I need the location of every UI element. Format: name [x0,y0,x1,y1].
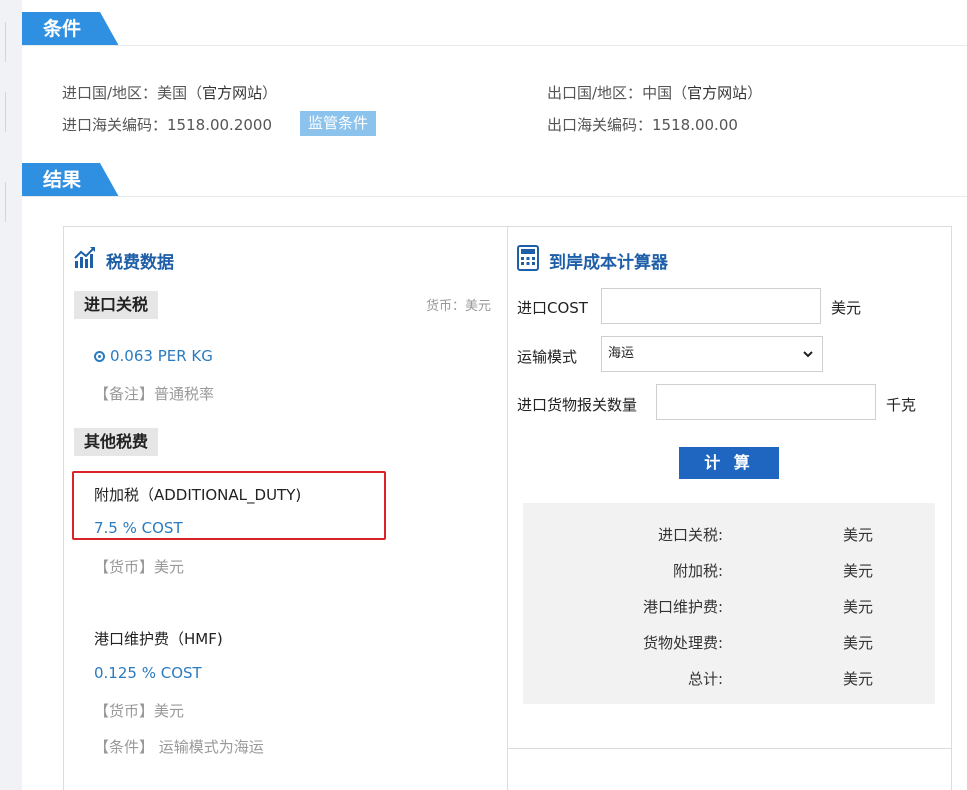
import-cost-label: 进口COST [517,299,588,317]
sidebar-tab-marker[interactable] [0,92,6,132]
section-divider [22,45,967,46]
radio-selected-icon[interactable] [94,351,105,362]
section-divider [22,196,967,197]
import-hs-value: 1518.00.2000 [167,116,272,134]
summary-label: 附加税: [672,562,723,580]
additional-duty-name: 附加税（ADDITIONAL_DUTY) [94,486,302,504]
transport-mode-select[interactable]: 海运 [601,336,823,372]
export-hs-code: 出口海关编码：1518.00.00 [547,114,738,135]
summary-label: 港口维护费: [642,598,723,616]
quantity-input[interactable] [656,384,876,420]
export-hs-value: 1518.00.00 [652,116,738,134]
tax-panel-title: 税费数据 [106,253,174,273]
import-official-site-link[interactable]: 官方网站 [202,84,262,102]
panel-divider [507,226,508,790]
quantity-label: 进口货物报关数量 [517,396,638,414]
duty-note: 【备注】普通税率 [94,385,215,403]
summary-label: 总计: [687,670,723,688]
calculate-button[interactable]: 计 算 [679,447,779,479]
conditions-section-header: 条件 [22,12,119,46]
hmf-name: 港口维护费（HMF) [94,630,223,648]
hmf-rate: 0.125 % COST [94,664,202,682]
hmf-currency: 【货币】美元 [94,702,185,720]
other-fees-heading: 其他税费 [74,428,159,456]
export-country: 出口国/地区：中国（官方网站） [547,82,762,103]
calculator-panel-title: 到岸成本计算器 [549,253,668,273]
currency-note: 货币：美元 [426,299,492,314]
import-cost-input[interactable] [601,288,821,324]
summary-unit: 美元 [843,562,874,580]
hmf-condition: 【条件】 运输模式为海运 [94,738,264,756]
results-section-header: 结果 [22,163,119,197]
chevron-down-icon [803,351,813,358]
additional-duty-currency: 【货币】美元 [94,558,185,576]
summary-results-box: 进口关税: 美元 附加税: 美元 港口维护费: 美元 货物处理费: 美元 总计:… [523,503,935,704]
import-duty-heading: 进口关税 [74,291,159,319]
summary-unit: 美元 [843,634,874,652]
import-country-close: ） [262,84,278,102]
additional-duty-rate: 7.5 % COST [94,519,183,537]
duty-rate-value: 0.063 PER KG [110,347,213,365]
export-country-close: ） [747,84,763,102]
transport-mode-value: 海运 [608,346,635,361]
quantity-unit: 千克 [886,396,917,414]
import-country-label: 进口国/地区： [62,84,158,102]
import-country-value: 美国（ [157,84,203,102]
import-hs-label: 进口海关编码： [62,116,168,134]
transport-mode-label: 运输模式 [517,348,578,366]
export-hs-label: 出口海关编码： [547,116,653,134]
duty-rate-option[interactable]: 0.063 PER KG [94,347,213,365]
regulatory-conditions-button[interactable]: 监管条件 [300,111,377,136]
summary-label: 进口关税: [657,526,723,544]
import-country: 进口国/地区：美国（官方网站） [62,82,277,103]
calculator-icon [517,245,539,271]
left-sidebar-strip [0,0,22,790]
summary-unit: 美元 [843,598,874,616]
panel-bottom-divider [508,748,951,749]
export-official-site-link[interactable]: 官方网站 [687,84,747,102]
sidebar-tab-marker[interactable] [0,182,6,222]
summary-unit: 美元 [843,526,874,544]
import-hs-code: 进口海关编码：1518.00.2000 [62,114,272,135]
sidebar-tab-marker[interactable] [0,22,6,62]
import-cost-unit: 美元 [831,299,862,317]
export-country-label: 出口国/地区： [547,84,643,102]
chart-trend-icon [74,247,95,268]
export-country-value: 中国（ [642,84,688,102]
summary-unit: 美元 [843,670,874,688]
summary-label: 货物处理费: [642,634,723,652]
